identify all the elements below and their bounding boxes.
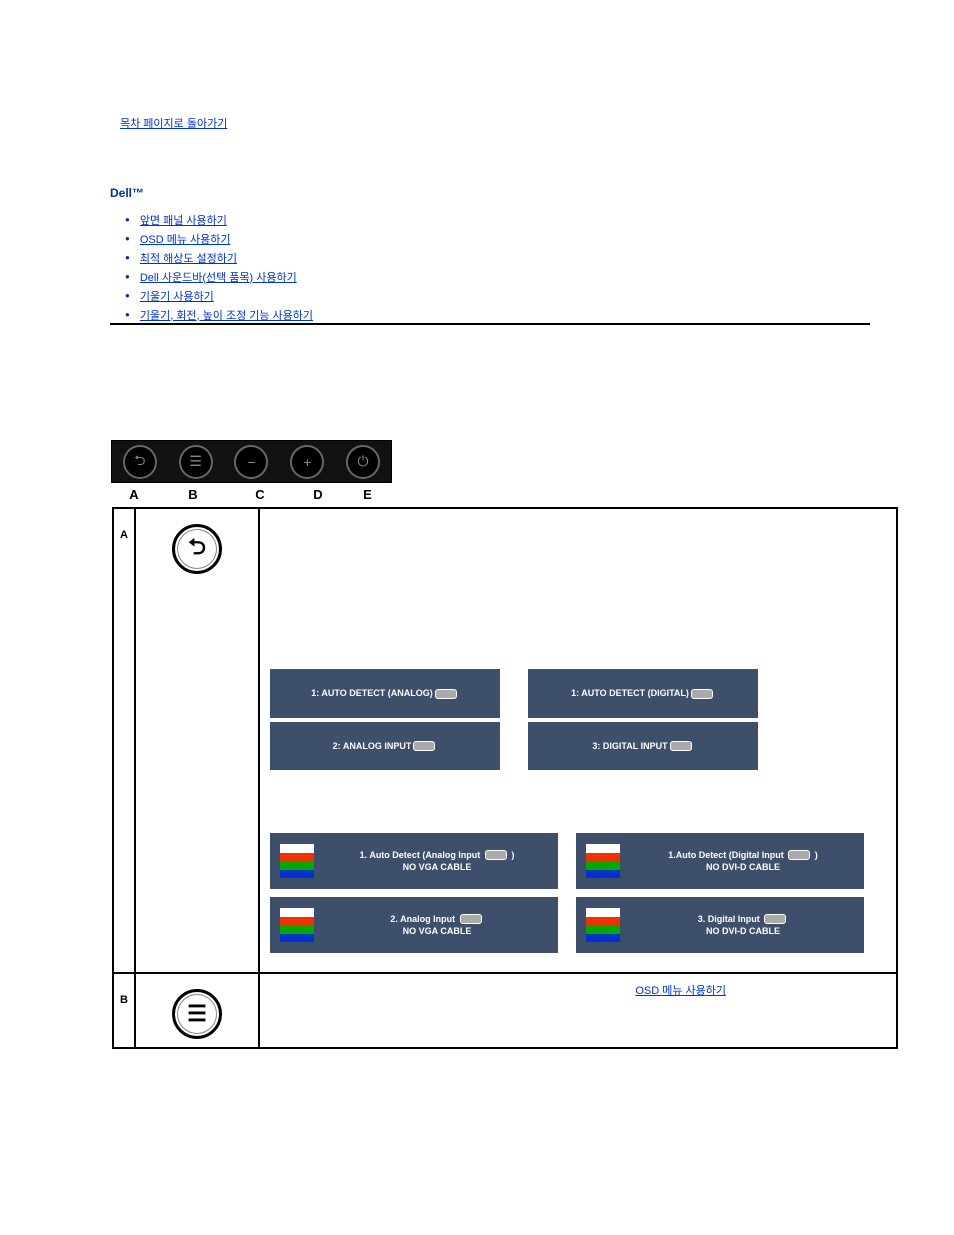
table-row: B ☰ OSD 메뉴 사용하기: [113, 973, 897, 1048]
row-icon-cell: ⮌: [135, 508, 259, 973]
osd-no-cable-row-1: 1. Auto Detect (Analog Input )NO VGA CAB…: [270, 833, 886, 889]
osd-digital-input: 3: DIGITAL INPUT: [528, 722, 758, 771]
row-icon-cell: ☰: [135, 973, 259, 1048]
power-icon: ⏻: [346, 445, 380, 479]
row-body: OSD 메뉴 사용하기: [259, 973, 897, 1048]
minus-icon: −: [234, 445, 268, 479]
toc-link-4[interactable]: 기울기 사용하기: [140, 288, 214, 304]
brand-text: Dell™: [110, 186, 144, 200]
menu-icon: ☰: [179, 445, 213, 479]
input-select-round-icon: ⮌: [172, 524, 222, 574]
plus-icon: +: [290, 445, 324, 479]
osd-auto-detect-digital: 1: AUTO DETECT (DIGITAL): [528, 669, 758, 718]
divider: [110, 323, 870, 325]
input-select-icon: ⮌: [123, 445, 157, 479]
monitor-button-strip: ⮌ ☰ − + ⏻: [111, 440, 392, 483]
menu-round-icon: ☰: [172, 989, 222, 1039]
table-row: A ⮌ 1: AUTO DETECT (ANALOG) 2: ANALOG IN…: [113, 508, 897, 973]
button-letter-labels: A B C D E: [111, 487, 390, 502]
back-to-contents-link[interactable]: 목차 페이지로 돌아가기: [120, 115, 227, 131]
button-description-table: A ⮌ 1: AUTO DETECT (ANALOG) 2: ANALOG IN…: [112, 507, 898, 1049]
toc-link-2[interactable]: 최적 해상도 설정하기: [140, 250, 237, 266]
osd-signal-boxes: 1: AUTO DETECT (ANALOG) 2: ANALOG INPUT …: [270, 669, 886, 774]
row-letter: B: [113, 973, 135, 1048]
toc-link-3[interactable]: Dell 사운드바(선택 품목) 사용하기: [140, 269, 297, 285]
toc-link-0[interactable]: 앞면 패널 사용하기: [140, 212, 227, 228]
osd-nocable-analog-auto: 1. Auto Detect (Analog Input )NO VGA CAB…: [270, 833, 558, 889]
toc-link-5[interactable]: 기울기, 회전, 높이 조정 기능 사용하기: [140, 307, 313, 323]
osd-menu-link[interactable]: OSD 메뉴 사용하기: [635, 985, 726, 997]
row-letter: A: [113, 508, 135, 973]
osd-auto-detect-analog: 1: AUTO DETECT (ANALOG): [270, 669, 500, 718]
osd-no-cable-row-2: 2. Analog Input NO VGA CABLE 3. Digital …: [270, 897, 886, 953]
osd-analog-input: 2: ANALOG INPUT: [270, 722, 500, 771]
osd-nocable-digital: 3. Digital Input NO DVI-D CABLE: [576, 897, 864, 953]
row-body: 1: AUTO DETECT (ANALOG) 2: ANALOG INPUT …: [259, 508, 897, 973]
toc-list: 앞면 패널 사용하기 OSD 메뉴 사용하기 최적 해상도 설정하기 Dell …: [125, 212, 313, 326]
osd-nocable-digital-auto: 1.Auto Detect (Digital Input )NO DVI-D C…: [576, 833, 864, 889]
toc-link-1[interactable]: OSD 메뉴 사용하기: [140, 231, 231, 247]
osd-nocable-analog: 2. Analog Input NO VGA CABLE: [270, 897, 558, 953]
